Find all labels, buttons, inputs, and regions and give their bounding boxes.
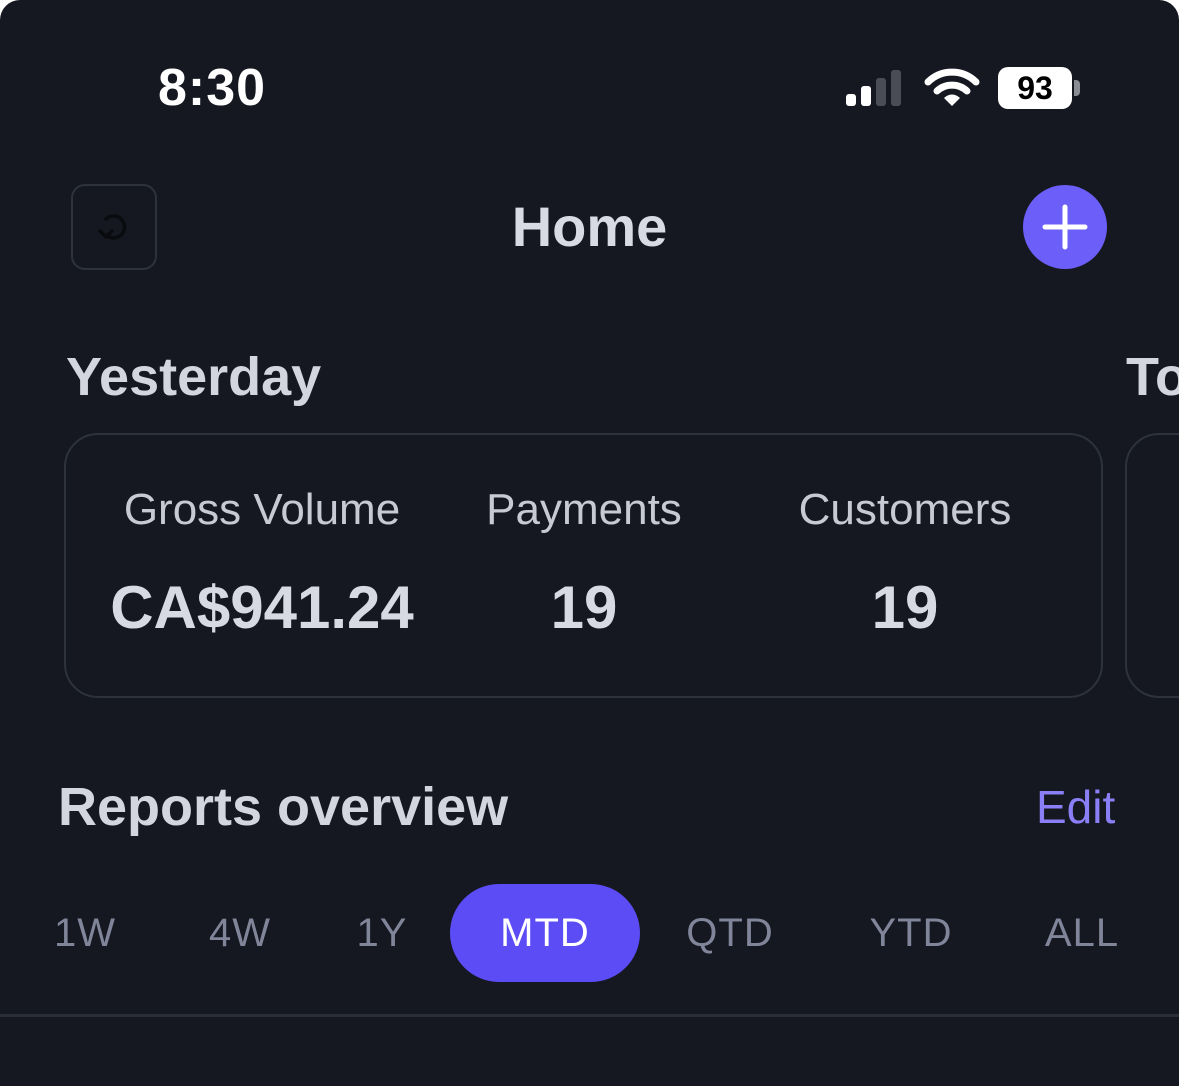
period-tab-1y[interactable]: 1Y — [340, 884, 424, 982]
yesterday-summary-card[interactable]: Gross Volume CA$941.24 Payments 19 Custo… — [64, 433, 1103, 698]
period-tab-all[interactable]: ALL — [1030, 884, 1134, 982]
signal-icon — [846, 70, 901, 106]
next-section-heading: To — [1126, 347, 1179, 407]
wifi-icon — [924, 68, 980, 106]
metric-label: Customers — [798, 485, 1012, 534]
period-tab-4w[interactable]: 4W — [190, 884, 290, 982]
period-tab-ytd[interactable]: YTD — [852, 884, 970, 982]
battery-tip — [1074, 80, 1080, 96]
plus-icon — [1042, 204, 1088, 250]
add-button[interactable] — [1023, 185, 1107, 269]
battery-icon: 93 — [998, 67, 1072, 109]
payments-metric: Payments 19 — [466, 485, 702, 642]
yesterday-heading: Yesterday — [66, 347, 322, 407]
edit-reports-link[interactable]: Edit — [1036, 780, 1115, 834]
divider — [0, 1014, 1179, 1017]
metric-value: CA$941.24 — [110, 574, 414, 641]
customers-metric: Customers 19 — [778, 485, 1032, 642]
gross-volume-metric: Gross Volume CA$941.24 — [102, 485, 422, 642]
status-time: 8:30 — [158, 59, 267, 117]
metric-label: Payments — [486, 485, 682, 534]
metric-value: 19 — [871, 574, 939, 641]
today-summary-card[interactable] — [1125, 433, 1179, 698]
period-tab-qtd[interactable]: QTD — [670, 884, 790, 982]
period-tab-1w[interactable]: 1W — [40, 884, 130, 982]
page-title: Home — [511, 195, 668, 258]
reports-overview-heading: Reports overview — [58, 777, 509, 837]
metric-value: 19 — [550, 574, 618, 641]
period-tab-mtd[interactable]: MTD — [450, 884, 640, 982]
metric-label: Gross Volume — [123, 485, 401, 534]
home-screen: 8:30 93 Home Yesterday To Gross Volume C… — [0, 0, 1179, 1086]
